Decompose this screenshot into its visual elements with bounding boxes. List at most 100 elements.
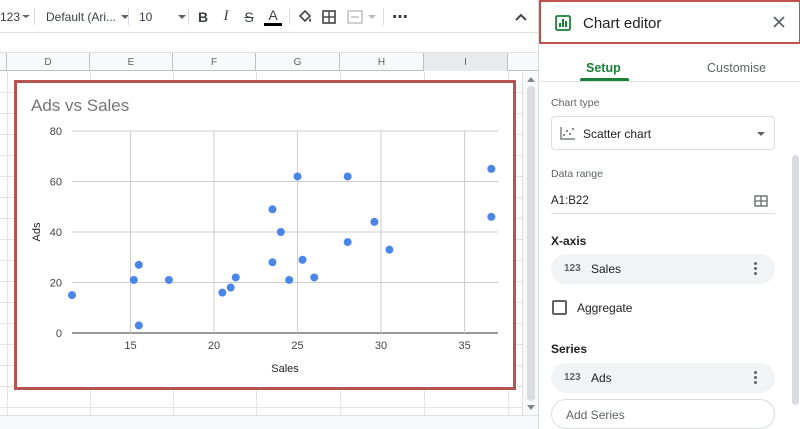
- column-header-f[interactable]: F: [173, 53, 256, 71]
- y-tick-label: 20: [50, 278, 62, 290]
- chevron-down-icon: [757, 132, 765, 136]
- data-point: [385, 245, 394, 254]
- column-header-h[interactable]: H: [340, 53, 424, 71]
- data-point: [268, 258, 277, 267]
- scatter-chart-icon: [560, 127, 575, 140]
- sheet-vertical-scrollbar[interactable]: [522, 72, 538, 415]
- add-series-label: Add Series: [566, 408, 625, 422]
- x-tick-label: 30: [375, 340, 387, 352]
- tab-setup[interactable]: Setup: [586, 61, 621, 75]
- sheets-window: 123 Default (Ari... 10 B I S A ⋯ D E F G…: [0, 0, 800, 429]
- panel-scrollbar-thumb[interactable]: [792, 155, 799, 405]
- scroll-down-icon[interactable]: [527, 405, 535, 410]
- font-size-dropdown[interactable]: 10: [139, 0, 187, 33]
- y-tick-label: 80: [50, 126, 62, 138]
- data-point: [487, 212, 496, 221]
- borders-icon: [322, 9, 336, 24]
- merge-cells-icon: [346, 9, 363, 24]
- fill-color-icon: [298, 9, 312, 22]
- data-point: [134, 260, 143, 269]
- borders-button[interactable]: [321, 0, 337, 33]
- series-chip[interactable]: 123 Ads: [551, 363, 775, 393]
- more-vert-icon[interactable]: [754, 262, 758, 276]
- data-point: [129, 275, 138, 284]
- number-type-icon: 123: [564, 372, 581, 383]
- strikethrough-button[interactable]: S: [242, 0, 256, 33]
- data-point: [285, 275, 294, 284]
- data-range-value: A1:B22: [551, 195, 589, 207]
- scatter-chart[interactable]: Ads vs Sales 0 20 40 60 80 15 20 25 30 35 Sales Ads: [14, 80, 516, 390]
- sheet-horizontal-scrollbar[interactable]: [0, 415, 538, 429]
- scroll-up-icon[interactable]: [527, 77, 535, 82]
- data-point: [68, 291, 76, 300]
- chart-type-label: Chart type: [551, 97, 600, 109]
- format-dropdown[interactable]: 123: [0, 0, 31, 33]
- add-series-button[interactable]: Add Series: [551, 399, 775, 429]
- scrollbar-thumb[interactable]: [527, 86, 535, 401]
- data-point: [370, 217, 379, 226]
- x-tick-label: 15: [124, 340, 136, 352]
- x-tick-label: 25: [291, 340, 303, 352]
- y-tick-label: 40: [50, 227, 62, 239]
- more-button[interactable]: ⋯: [391, 0, 409, 33]
- x-axis-chip-label: Sales: [591, 262, 622, 276]
- chart-editor-header: Chart editor: [539, 0, 800, 44]
- x-axis-heading: X-axis: [551, 234, 587, 248]
- data-point: [310, 273, 319, 282]
- toolbar: 123 Default (Ari... 10 B I S A ⋯: [0, 0, 538, 33]
- italic-button[interactable]: I: [219, 0, 233, 33]
- column-header-bar: D E F G H I: [0, 52, 538, 71]
- chart-type-select[interactable]: Scatter chart: [551, 116, 775, 150]
- data-point: [343, 238, 352, 247]
- font-family-label: Default (Ari...: [46, 9, 117, 24]
- more-icon: ⋯: [392, 8, 408, 26]
- column-header-i[interactable]: I: [424, 53, 508, 71]
- x-tick-label: 35: [458, 340, 470, 352]
- x-tick-label: 20: [208, 340, 220, 352]
- x-axis-chip[interactable]: 123 Sales: [551, 254, 775, 284]
- grid-select-icon[interactable]: [754, 195, 768, 207]
- data-point: [218, 288, 227, 297]
- chart-editor-title: Chart editor: [583, 15, 662, 32]
- fill-color-button[interactable]: [296, 0, 314, 33]
- editor-tabs: Setup Customise: [539, 44, 800, 82]
- column-header-e[interactable]: E: [90, 53, 173, 71]
- data-point: [276, 228, 285, 236]
- bold-button[interactable]: B: [195, 0, 211, 33]
- column-header-g[interactable]: G: [256, 53, 340, 71]
- aggregate-checkbox[interactable]: [552, 300, 567, 315]
- close-icon[interactable]: [773, 16, 785, 28]
- font-size-label: 10: [139, 9, 153, 24]
- data-point: [343, 172, 352, 181]
- data-point: [134, 321, 143, 330]
- italic-icon: I: [223, 8, 229, 24]
- chart-type-value: Scatter chart: [583, 127, 652, 141]
- strikethrough-icon: S: [244, 8, 254, 25]
- y-tick-label: 0: [56, 328, 62, 340]
- chevron-up-icon: [515, 13, 527, 21]
- x-axis-label: Sales: [271, 363, 299, 375]
- bold-icon: B: [197, 8, 209, 25]
- merge-cells-button[interactable]: [346, 0, 376, 33]
- font-family-dropdown[interactable]: Default (Ari...: [46, 0, 130, 33]
- data-point: [293, 172, 302, 181]
- format-label: 123: [0, 9, 21, 24]
- data-point: [268, 205, 277, 214]
- more-vert-icon[interactable]: [754, 371, 758, 385]
- text-color-icon: A: [268, 6, 278, 23]
- data-range-label: Data range: [551, 168, 603, 180]
- tab-customise[interactable]: Customise: [707, 61, 766, 75]
- text-color-button[interactable]: A: [264, 0, 282, 33]
- number-type-icon: 123: [564, 263, 581, 274]
- y-axis-label: Ads: [31, 222, 43, 241]
- data-point: [231, 273, 240, 282]
- chart-icon: [555, 15, 571, 31]
- collapse-toolbar-button[interactable]: [513, 0, 529, 33]
- y-tick-label: 60: [50, 177, 62, 189]
- data-range-field[interactable]: A1:B22: [551, 188, 775, 214]
- series-chip-label: Ads: [591, 371, 612, 385]
- panel-scrollbar[interactable]: [789, 82, 800, 429]
- data-point: [164, 275, 173, 284]
- column-header-d[interactable]: D: [7, 53, 90, 71]
- chart-plot: 0 20 40 60 80 15 20 25 30 35 Sales Ads: [31, 126, 498, 375]
